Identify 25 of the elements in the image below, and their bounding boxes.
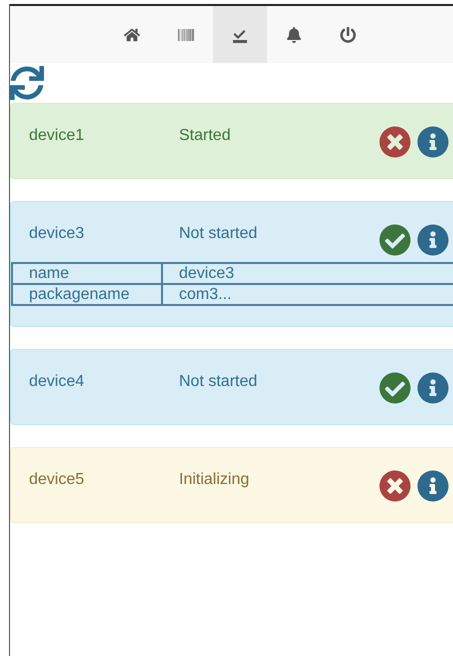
refresh-icon[interactable] <box>10 66 44 100</box>
start-icon[interactable] <box>379 372 411 404</box>
device-name: device5 <box>29 470 86 490</box>
table-cell: name <box>12 263 162 284</box>
info-icon[interactable] <box>417 126 449 158</box>
device-name: device4 <box>29 372 86 392</box>
info-icon[interactable] <box>417 470 449 502</box>
device-name: device3 <box>29 224 86 244</box>
home-icon <box>124 26 140 42</box>
device-status: Initializing <box>179 470 250 490</box>
info-icon[interactable] <box>417 224 449 256</box>
table-cell: device3 <box>162 263 453 284</box>
device-status: Not started <box>179 224 258 244</box>
barcode-icon <box>178 26 194 42</box>
start-icon[interactable] <box>379 224 411 256</box>
nav-tab[interactable] <box>212 6 266 63</box>
power-icon <box>340 26 356 42</box>
device-status: Not started <box>179 372 258 392</box>
stop-icon[interactable] <box>379 470 411 502</box>
device-status: Started <box>179 126 232 146</box>
stop-icon[interactable] <box>379 126 411 158</box>
device-name: device1 <box>29 126 86 146</box>
info-icon[interactable] <box>417 372 449 404</box>
bell-icon <box>286 26 302 42</box>
table-cell: packagename <box>12 284 162 305</box>
